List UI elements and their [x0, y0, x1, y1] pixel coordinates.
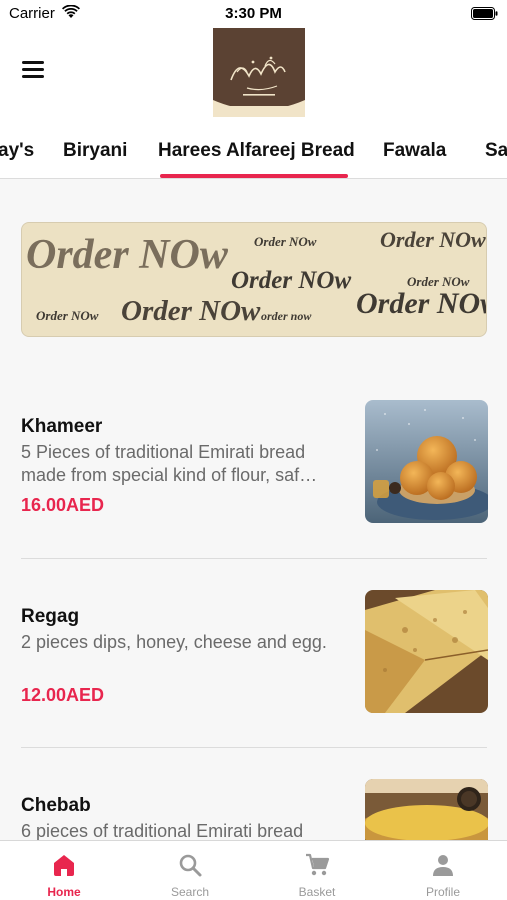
- battery-icon: [471, 7, 498, 20]
- item-divider: [21, 747, 487, 748]
- banner-text: Order NOw: [356, 287, 487, 320]
- active-tab-indicator: [160, 174, 348, 178]
- item-name: Chebab: [21, 795, 91, 816]
- order-now-banner[interactable]: Order NOw Order NOw Order NOw Order NOw …: [21, 222, 487, 337]
- banner-text: Order NOw: [231, 267, 352, 294]
- item-description-text: 5 Pieces of traditional Emirati bread ma…: [21, 442, 318, 485]
- status-time: 3:30 PM: [225, 5, 282, 22]
- category-tabs: ay's Biryani Harees Alfareej Bread Fawal…: [0, 123, 507, 179]
- header: [0, 28, 507, 123]
- app-screen: { "status_bar": { "carrier": "Carrier", …: [0, 0, 507, 900]
- banner-text: Order NOw: [254, 234, 317, 249]
- banner-text: Order NOw: [36, 308, 99, 323]
- home-icon: [54, 855, 74, 876]
- hamburger-icon: [22, 61, 44, 64]
- item-price: 12.00AED: [21, 685, 105, 705]
- nav-home[interactable]: Home: [1, 841, 127, 900]
- item-price: 16.00AED: [21, 495, 105, 515]
- tab-fawala[interactable]: Fawala: [383, 140, 446, 162]
- nav-basket[interactable]: Basket: [254, 841, 380, 900]
- tab-biryani[interactable]: Biryani: [63, 140, 127, 162]
- logo-emblem: [213, 28, 305, 117]
- brand-logo: [213, 28, 305, 117]
- menu-item-khameer[interactable]: Khameer 5 Pieces of traditional Emirati …: [21, 400, 488, 526]
- search-icon: [179, 854, 202, 877]
- nav-profile[interactable]: Profile: [380, 841, 506, 900]
- nav-label: Home: [47, 885, 81, 899]
- nav-search[interactable]: Search: [127, 841, 253, 900]
- item-image: [365, 400, 488, 523]
- nav-label: Basket: [298, 885, 336, 899]
- bottom-tab-bar: Home Search Basket Profile: [0, 840, 507, 900]
- menu-button[interactable]: [22, 61, 48, 83]
- menu-item-regag[interactable]: Regag 2 pieces dips, honey, cheese and e…: [21, 590, 488, 716]
- regag-bread-photo: [365, 590, 488, 713]
- banner-text: Order NOw: [26, 232, 228, 278]
- item-image: [365, 590, 488, 713]
- banner-text: Order NOw: [121, 295, 261, 327]
- item-name: Regag: [21, 606, 80, 627]
- nav-label: Profile: [425, 885, 460, 899]
- banner-text: order now: [261, 309, 312, 323]
- item-divider: [21, 558, 487, 559]
- item-description: 2 pieces dips, honey, cheese and egg.: [21, 632, 327, 652]
- banner-text: Order NOw: [380, 227, 486, 252]
- cart-icon: [306, 853, 330, 876]
- status-bar: Carrier 3:30 PM: [0, 0, 507, 28]
- tab-next[interactable]: Sa: [485, 140, 507, 162]
- nav-label: Search: [170, 885, 210, 899]
- profile-icon: [433, 855, 453, 876]
- item-name: Khameer: [21, 416, 103, 437]
- tab-previous[interactable]: ay's: [0, 140, 34, 162]
- khameer-bread-photo: [365, 400, 488, 523]
- tab-harees-alfareej-bread[interactable]: Harees Alfareej Bread: [158, 140, 355, 162]
- item-description: 5 Pieces of traditional Emirati bread ma…: [21, 441, 346, 487]
